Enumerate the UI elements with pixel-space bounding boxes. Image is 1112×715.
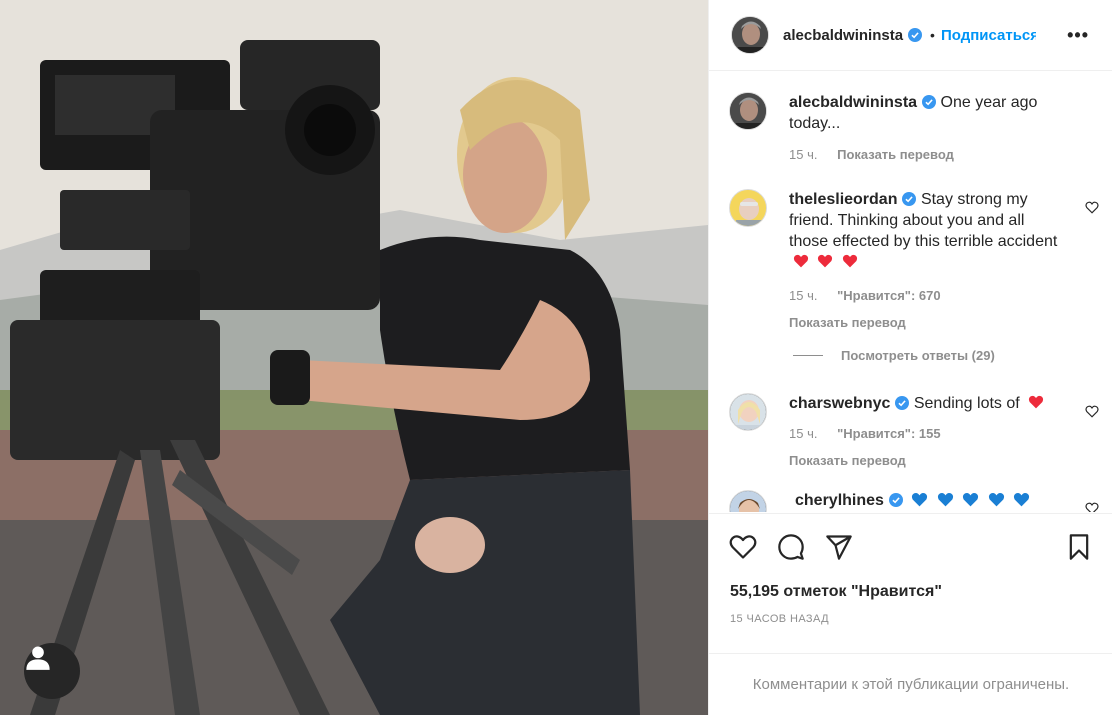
person-icon: [26, 646, 50, 670]
comment-author[interactable]: cherylhines: [795, 492, 884, 509]
like-comment-heart-icon[interactable]: [1085, 405, 1099, 418]
verified-badge-icon: [922, 95, 937, 109]
comment-body: cherylhines: [795, 490, 1065, 511]
comment-body: theleslieordan Stay strong my friend. Th…: [789, 189, 1059, 333]
blue-heart-emoji-icon: [912, 492, 928, 507]
caption-time[interactable]: 15 ч.: [789, 147, 817, 162]
comment-meta: 15 ч. "Нравится": 670: [789, 285, 1059, 306]
verified-badge-icon: [895, 396, 910, 410]
post-photo[interactable]: [0, 0, 708, 715]
red-heart-emoji-icon: [1029, 395, 1044, 409]
caption-meta: 15 ч. Показать перевод: [789, 144, 1059, 165]
comment-avatar[interactable]: [729, 393, 767, 431]
comment-body: charswebnyc Sending lots of 15 ч. "Нрави…: [789, 393, 1059, 471]
comment-likes[interactable]: "Нравится": 155: [837, 426, 941, 441]
comment-avatar-image: [730, 394, 766, 430]
comment-avatar[interactable]: [729, 490, 767, 512]
post-side-panel: alecbaldwininsta • Подписаться ••• alecb…: [708, 0, 1112, 715]
post-photo-illustration: [0, 0, 708, 715]
comment-meta: 15 ч. "Нравится": 155: [789, 423, 1059, 444]
verified-badge-icon: [908, 28, 923, 42]
caption-body: alecbaldwininsta One year ago today... 1…: [789, 92, 1059, 165]
blue-heart-emoji-icon: [963, 492, 979, 507]
comment-translate-link[interactable]: Показать перевод: [789, 450, 1059, 471]
like-comment-heart-icon[interactable]: [1085, 201, 1099, 214]
verified-badge-icon: [888, 493, 903, 507]
author-username[interactable]: alecbaldwininsta: [783, 27, 903, 44]
blue-heart-emoji-icon: [937, 492, 953, 507]
comment-avatar-image: [730, 491, 766, 512]
header-separator: •: [930, 27, 935, 43]
comment-text: Sending lots of: [913, 395, 1020, 412]
blue-heart-emoji-icon: [988, 492, 1004, 507]
caption-avatar-image: [730, 93, 766, 129]
comment-time[interactable]: 15 ч.: [789, 426, 817, 441]
share-icon[interactable]: [825, 533, 853, 561]
view-replies-line: [793, 355, 823, 356]
likes-count[interactable]: 55,195 отметок "Нравится": [730, 583, 942, 601]
comment-avatar-image: [730, 190, 766, 226]
more-options-button[interactable]: •••: [1067, 26, 1089, 44]
caption-author-avatar[interactable]: [729, 92, 767, 130]
view-replies-link[interactable]: Посмотреть ответы (29): [793, 348, 995, 363]
comment-time[interactable]: 15 ч.: [789, 288, 817, 303]
comment-icon[interactable]: [777, 533, 805, 561]
post-time[interactable]: 15 ЧАСОВ НАЗАД: [730, 613, 829, 625]
comment-translate-link[interactable]: Показать перевод: [789, 312, 1059, 333]
comment-avatar[interactable]: [729, 189, 767, 227]
like-comment-heart-icon[interactable]: [1085, 502, 1099, 512]
bookmark-icon[interactable]: [1065, 533, 1093, 561]
blue-heart-emoji-icon: [1014, 492, 1030, 507]
caption-author[interactable]: alecbaldwininsta: [789, 94, 917, 111]
verified-badge-icon: [902, 192, 917, 206]
comments-limited-notice: Комментарии к этой публикации ограничены…: [709, 653, 1112, 715]
comment-author[interactable]: theleslieordan: [789, 191, 897, 208]
author-avatar[interactable]: [731, 16, 769, 54]
post-actions: 55,195 отметок "Нравится" 15 ЧАСОВ НАЗАД: [709, 513, 1112, 673]
red-heart-emoji-icon: [793, 254, 809, 268]
heart-icon[interactable]: [729, 533, 757, 561]
comment-likes[interactable]: "Нравится": 670: [837, 288, 941, 303]
post-header: alecbaldwininsta • Подписаться •••: [709, 0, 1112, 71]
view-replies-label: Посмотреть ответы (29): [841, 348, 995, 363]
caption-translate-link[interactable]: Показать перевод: [837, 147, 954, 162]
comment-author[interactable]: charswebnyc: [789, 395, 890, 412]
author-avatar-image: [732, 17, 768, 53]
red-heart-emoji-icon: [818, 254, 833, 268]
follow-button[interactable]: Подписаться: [941, 27, 1036, 44]
comments-list[interactable]: alecbaldwininsta One year ago today... 1…: [709, 72, 1112, 512]
red-heart-emoji-icon: [842, 254, 857, 268]
tagged-user-icon[interactable]: [24, 643, 80, 699]
